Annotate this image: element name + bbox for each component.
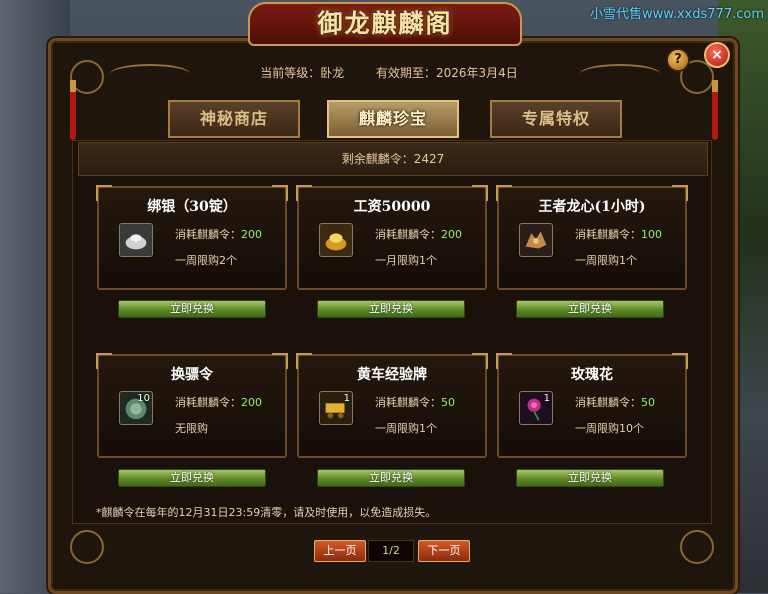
title-plaque: 御龙麒麟阁 [248, 2, 522, 46]
item-card: 换骠令 10 消耗麒麟令：200 无限购 [96, 353, 288, 458]
remaining-value: 2427 [413, 152, 445, 166]
redeem-button[interactable]: 立即兑换 [118, 469, 266, 487]
footnote: *麒麟令在每年的12月31日23:59清零，请及时使用，以免造成损失。 [96, 506, 437, 519]
page-indicator: 1/2 [368, 540, 414, 562]
item-cost: 消耗麒麟令：50 [375, 396, 455, 409]
item-cost: 消耗麒麟令：200 [175, 396, 262, 409]
item-name: 王者龙心(1小时) [538, 199, 646, 215]
watermark: 小雪代售www.xxds777.com [590, 7, 764, 22]
item-name: 换骠令 [171, 367, 213, 383]
tab-mystery-shop[interactable]: 神秘商店 [168, 100, 300, 138]
item-limit: 一周限购1个 [375, 422, 437, 435]
tab-bar: 神秘商店 麒麟珍宝 专属特权 [0, 100, 768, 138]
item-limit: 一月限购1个 [375, 254, 437, 267]
item-quantity: 10 [137, 393, 150, 404]
gold-cart-icon[interactable]: 1 [319, 391, 353, 425]
redeem-button[interactable]: 立即兑换 [118, 300, 266, 318]
item-name: 工资50000 [353, 199, 431, 215]
item-card: 王者龙心(1小时) 消耗麒麟令：100 一周限购1个 [496, 185, 688, 290]
item-card: 绑银（30锭） 消耗麒麟令：200 一周限购2个 [96, 185, 288, 290]
next-page-button[interactable]: 下一页 [418, 540, 470, 562]
expiry-value: 2026年3月4日 [435, 66, 518, 80]
item-limit: 一周限购10个 [575, 422, 644, 435]
item-name: 黄车经验牌 [357, 367, 427, 383]
gold-ingot-icon[interactable] [319, 223, 353, 257]
redeem-button[interactable]: 立即兑换 [317, 469, 465, 487]
item-quantity: 1 [343, 393, 350, 404]
item-card: 工资50000 消耗麒麟令：200 一月限购1个 [296, 185, 488, 290]
window-title: 御龙麒麟阁 [317, 9, 453, 38]
remaining-bar: 剩余麒麟令：2427 [78, 142, 708, 176]
help-button[interactable]: ? [666, 48, 690, 72]
redeem-button[interactable]: 立即兑换 [516, 469, 664, 487]
remaining-label: 剩余麒麟令： [341, 152, 414, 166]
silver-ingot-icon[interactable] [119, 223, 153, 257]
item-quantity: 1 [543, 393, 550, 404]
item-cost: 消耗麒麟令：200 [175, 228, 262, 241]
tab-treasure[interactable]: 麒麟珍宝 [327, 100, 459, 138]
item-name: 绑银（30锭） [147, 199, 237, 215]
item-card: 黄车经验牌 1 消耗麒麟令：50 一周限购1个 [296, 353, 488, 458]
level-value: 卧龙 [320, 66, 345, 80]
redeem-button[interactable]: 立即兑换 [516, 300, 664, 318]
item-limit: 无限购 [175, 422, 208, 435]
item-cost: 消耗麒麟令：50 [575, 396, 655, 409]
item-cost: 消耗麒麟令：200 [375, 228, 462, 241]
token-icon[interactable]: 10 [119, 391, 153, 425]
item-card: 玫瑰花 1 消耗麒麟令：50 一周限购10个 [496, 353, 688, 458]
dragon-heart-icon[interactable] [519, 223, 553, 257]
item-cost: 消耗麒麟令：100 [575, 228, 662, 241]
level-label: 当前等级： [260, 66, 321, 80]
item-limit: 一周限购1个 [575, 254, 637, 267]
corner-ornament [680, 530, 714, 564]
redeem-button[interactable]: 立即兑换 [317, 300, 465, 318]
info-bar: 当前等级：卧龙 有效期至：2026年3月4日 [72, 58, 706, 88]
prev-page-button[interactable]: 上一页 [314, 540, 366, 562]
rose-icon[interactable]: 1 [519, 391, 553, 425]
item-name: 玫瑰花 [571, 367, 613, 383]
item-limit: 一周限购2个 [175, 254, 237, 267]
expiry-label: 有效期至： [375, 66, 436, 80]
close-button[interactable]: × [704, 42, 730, 68]
corner-ornament [70, 530, 104, 564]
tab-privilege[interactable]: 专属特权 [490, 100, 622, 138]
